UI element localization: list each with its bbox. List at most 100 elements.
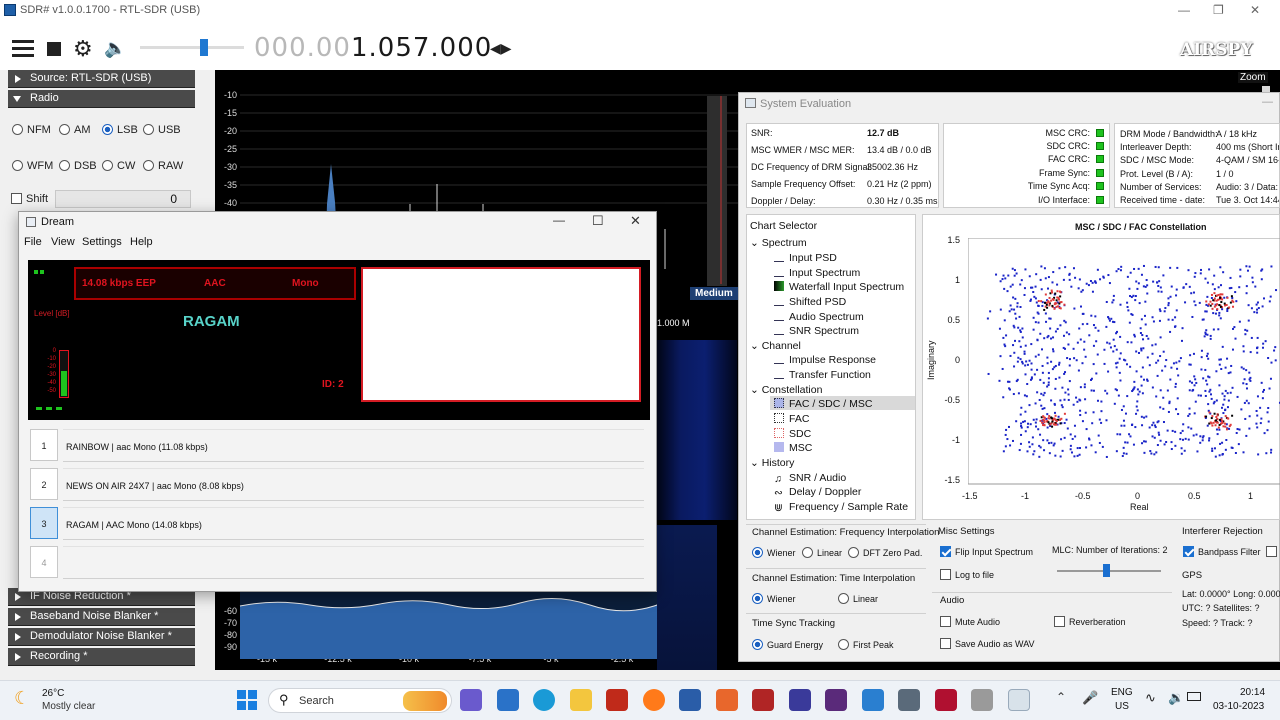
tree-transfer-function[interactable]: Transfer Function: [774, 369, 871, 381]
service-row-4[interactable]: 4: [30, 546, 646, 580]
mute-audio-checkbox[interactable]: Mute Audio: [940, 616, 1000, 627]
tree-group-history[interactable]: ⌄ History: [750, 457, 794, 469]
tree-shifted-psd[interactable]: Shifted PSD: [774, 296, 846, 308]
close-icon[interactable]: ✕: [1250, 3, 1260, 17]
first-peak-radio[interactable]: First Peak: [838, 639, 894, 650]
audio-app-icon[interactable]: [825, 689, 847, 711]
time-wiener-radio[interactable]: Wiener: [752, 593, 796, 604]
app-icon-crimson[interactable]: [935, 689, 957, 711]
freq-wiener-radio[interactable]: Wiener: [752, 547, 796, 558]
minimize-icon[interactable]: —: [1178, 3, 1190, 17]
syseval-minimize-icon[interactable]: —: [1262, 96, 1273, 108]
mode-dsb[interactable]: DSB: [59, 160, 97, 172]
chevron-up-icon[interactable]: ⌃: [1056, 690, 1066, 704]
dream-close-icon[interactable]: ✕: [630, 213, 641, 229]
volume-slider-track[interactable]: [140, 46, 244, 49]
tree-input-psd[interactable]: Input PSD: [774, 252, 837, 264]
freq-linear-radio[interactable]: Linear: [802, 547, 842, 558]
wifi-icon[interactable]: ∿: [1145, 690, 1156, 706]
vs-icon[interactable]: [862, 689, 884, 711]
battery-icon[interactable]: [1187, 692, 1201, 701]
shift-input[interactable]: 0: [55, 190, 191, 208]
edge-icon[interactable]: [533, 689, 555, 711]
tree-sdc[interactable]: SDC: [774, 428, 811, 440]
menu-settings[interactable]: Settings: [82, 236, 122, 248]
clock-date[interactable]: 03-10-2023: [1213, 701, 1264, 712]
weather-icon[interactable]: ☾: [14, 688, 30, 709]
mlc-slider-thumb[interactable]: [1103, 564, 1110, 577]
tree-group-channel[interactable]: ⌄ Channel: [750, 340, 801, 352]
service-row-3[interactable]: 3 RAGAM | AAC Mono (14.08 kbps): [30, 507, 646, 541]
tree-waterfall[interactable]: Waterfall Input Spectrum: [774, 281, 904, 293]
matlab-icon[interactable]: [716, 689, 738, 711]
gear-icon[interactable]: ⚙: [73, 36, 93, 62]
keyboard-layout-label[interactable]: US: [1115, 701, 1129, 712]
tree-audio-spectrum[interactable]: Audio Spectrum: [774, 311, 864, 323]
mode-raw[interactable]: RAW: [143, 160, 183, 172]
taskbar-search[interactable]: ⚲ Search: [268, 688, 452, 713]
tuning-arrows-icon[interactable]: ◀▶: [490, 40, 512, 57]
us-flag-icon[interactable]: [679, 689, 701, 711]
mode-am[interactable]: AM: [59, 124, 91, 136]
dream-maximize-icon[interactable]: ☐: [592, 213, 604, 229]
menu-help[interactable]: Help: [130, 236, 153, 248]
extra-checkbox[interactable]: [1266, 546, 1277, 557]
baseband-noise-panel-header[interactable]: Baseband Noise Blanker *: [8, 608, 195, 626]
sdr-taskbar-icon[interactable]: [497, 689, 519, 711]
windows-start-icon[interactable]: [237, 690, 257, 710]
meet-icon[interactable]: [460, 689, 482, 711]
app-icon-dark-red[interactable]: [752, 689, 774, 711]
stop-icon[interactable]: [47, 42, 61, 56]
tree-snr-audio[interactable]: ♫ SNR / Audio: [774, 472, 846, 485]
menu-view[interactable]: View: [51, 236, 75, 248]
app-icon-red[interactable]: [606, 689, 628, 711]
microphone-icon[interactable]: 🎤: [1082, 690, 1098, 706]
recording-panel-header[interactable]: Recording *: [8, 648, 195, 666]
service-number-button-selected[interactable]: 3: [30, 507, 58, 539]
mode-cw[interactable]: CW: [102, 160, 135, 172]
tree-input-spectrum[interactable]: Input Spectrum: [774, 267, 860, 279]
clock-time[interactable]: 20:14: [1240, 687, 1265, 698]
service-row-2[interactable]: 2 NEWS ON AIR 24X7 | aac Mono (8.08 kbps…: [30, 468, 646, 502]
flip-spectrum-checkbox[interactable]: Flip Input Spectrum: [940, 546, 1033, 557]
file-explorer-icon[interactable]: [570, 689, 592, 711]
service-number-button[interactable]: 1: [30, 429, 58, 461]
source-panel-header[interactable]: Source: RTL-SDR (USB): [8, 70, 195, 88]
service-row-1[interactable]: 1 RAINBOW | aac Mono (11.08 kbps): [30, 429, 646, 463]
log-to-file-checkbox[interactable]: Log to file: [940, 569, 994, 580]
photo-app-icon[interactable]: [898, 689, 920, 711]
tree-msc[interactable]: MSC: [774, 442, 812, 454]
time-linear-radio[interactable]: Linear: [838, 593, 878, 604]
language-label[interactable]: ENG: [1111, 687, 1133, 698]
radio-panel-header[interactable]: Radio: [8, 90, 195, 108]
bandpass-filter-checkbox[interactable]: Bandpass Filter: [1183, 546, 1261, 557]
service-number-button[interactable]: 4: [30, 546, 58, 578]
app-icon-grey[interactable]: [971, 689, 993, 711]
freq-dft-radio[interactable]: DFT Zero Pad.: [848, 547, 922, 558]
menu-file[interactable]: File: [24, 236, 42, 248]
tree-impulse-response[interactable]: Impulse Response: [774, 354, 876, 366]
tree-frequency-sample-rate[interactable]: ⋓ Frequency / Sample Rate: [774, 501, 908, 514]
shift-checkbox[interactable]: Shift: [11, 193, 48, 205]
reverberation-checkbox[interactable]: Reverberation: [1054, 616, 1126, 627]
dream-taskbar-icon[interactable]: [1008, 689, 1030, 711]
mode-nfm[interactable]: NFM: [12, 124, 51, 136]
mode-usb[interactable]: USB: [143, 124, 181, 136]
speaker-icon[interactable]: 🔉: [1168, 690, 1184, 706]
tree-snr-spectrum[interactable]: SNR Spectrum: [774, 325, 859, 337]
tree-fac[interactable]: FAC: [774, 413, 809, 425]
dream-minimize-icon[interactable]: —: [553, 213, 565, 227]
volume-slider-thumb[interactable]: [200, 39, 208, 56]
frequency-display[interactable]: 000.001.057.000: [254, 33, 492, 63]
maximize-icon[interactable]: ❐: [1213, 3, 1224, 17]
tree-fac-sdc-msc[interactable]: FAC / SDC / MSC: [774, 398, 872, 410]
tree-group-constellation[interactable]: ⌄ Constellation: [750, 384, 822, 396]
service-number-button[interactable]: 2: [30, 468, 58, 500]
guard-energy-radio[interactable]: Guard Energy: [752, 639, 823, 650]
tree-delay-doppler[interactable]: ∾ Delay / Doppler: [774, 486, 861, 499]
app-icon-blue[interactable]: [789, 689, 811, 711]
menu-icon[interactable]: [12, 40, 34, 58]
tree-group-spectrum[interactable]: ⌄ Spectrum: [750, 237, 807, 249]
mode-wfm[interactable]: WFM: [12, 160, 53, 172]
save-audio-checkbox[interactable]: Save Audio as WAV: [940, 638, 1035, 649]
